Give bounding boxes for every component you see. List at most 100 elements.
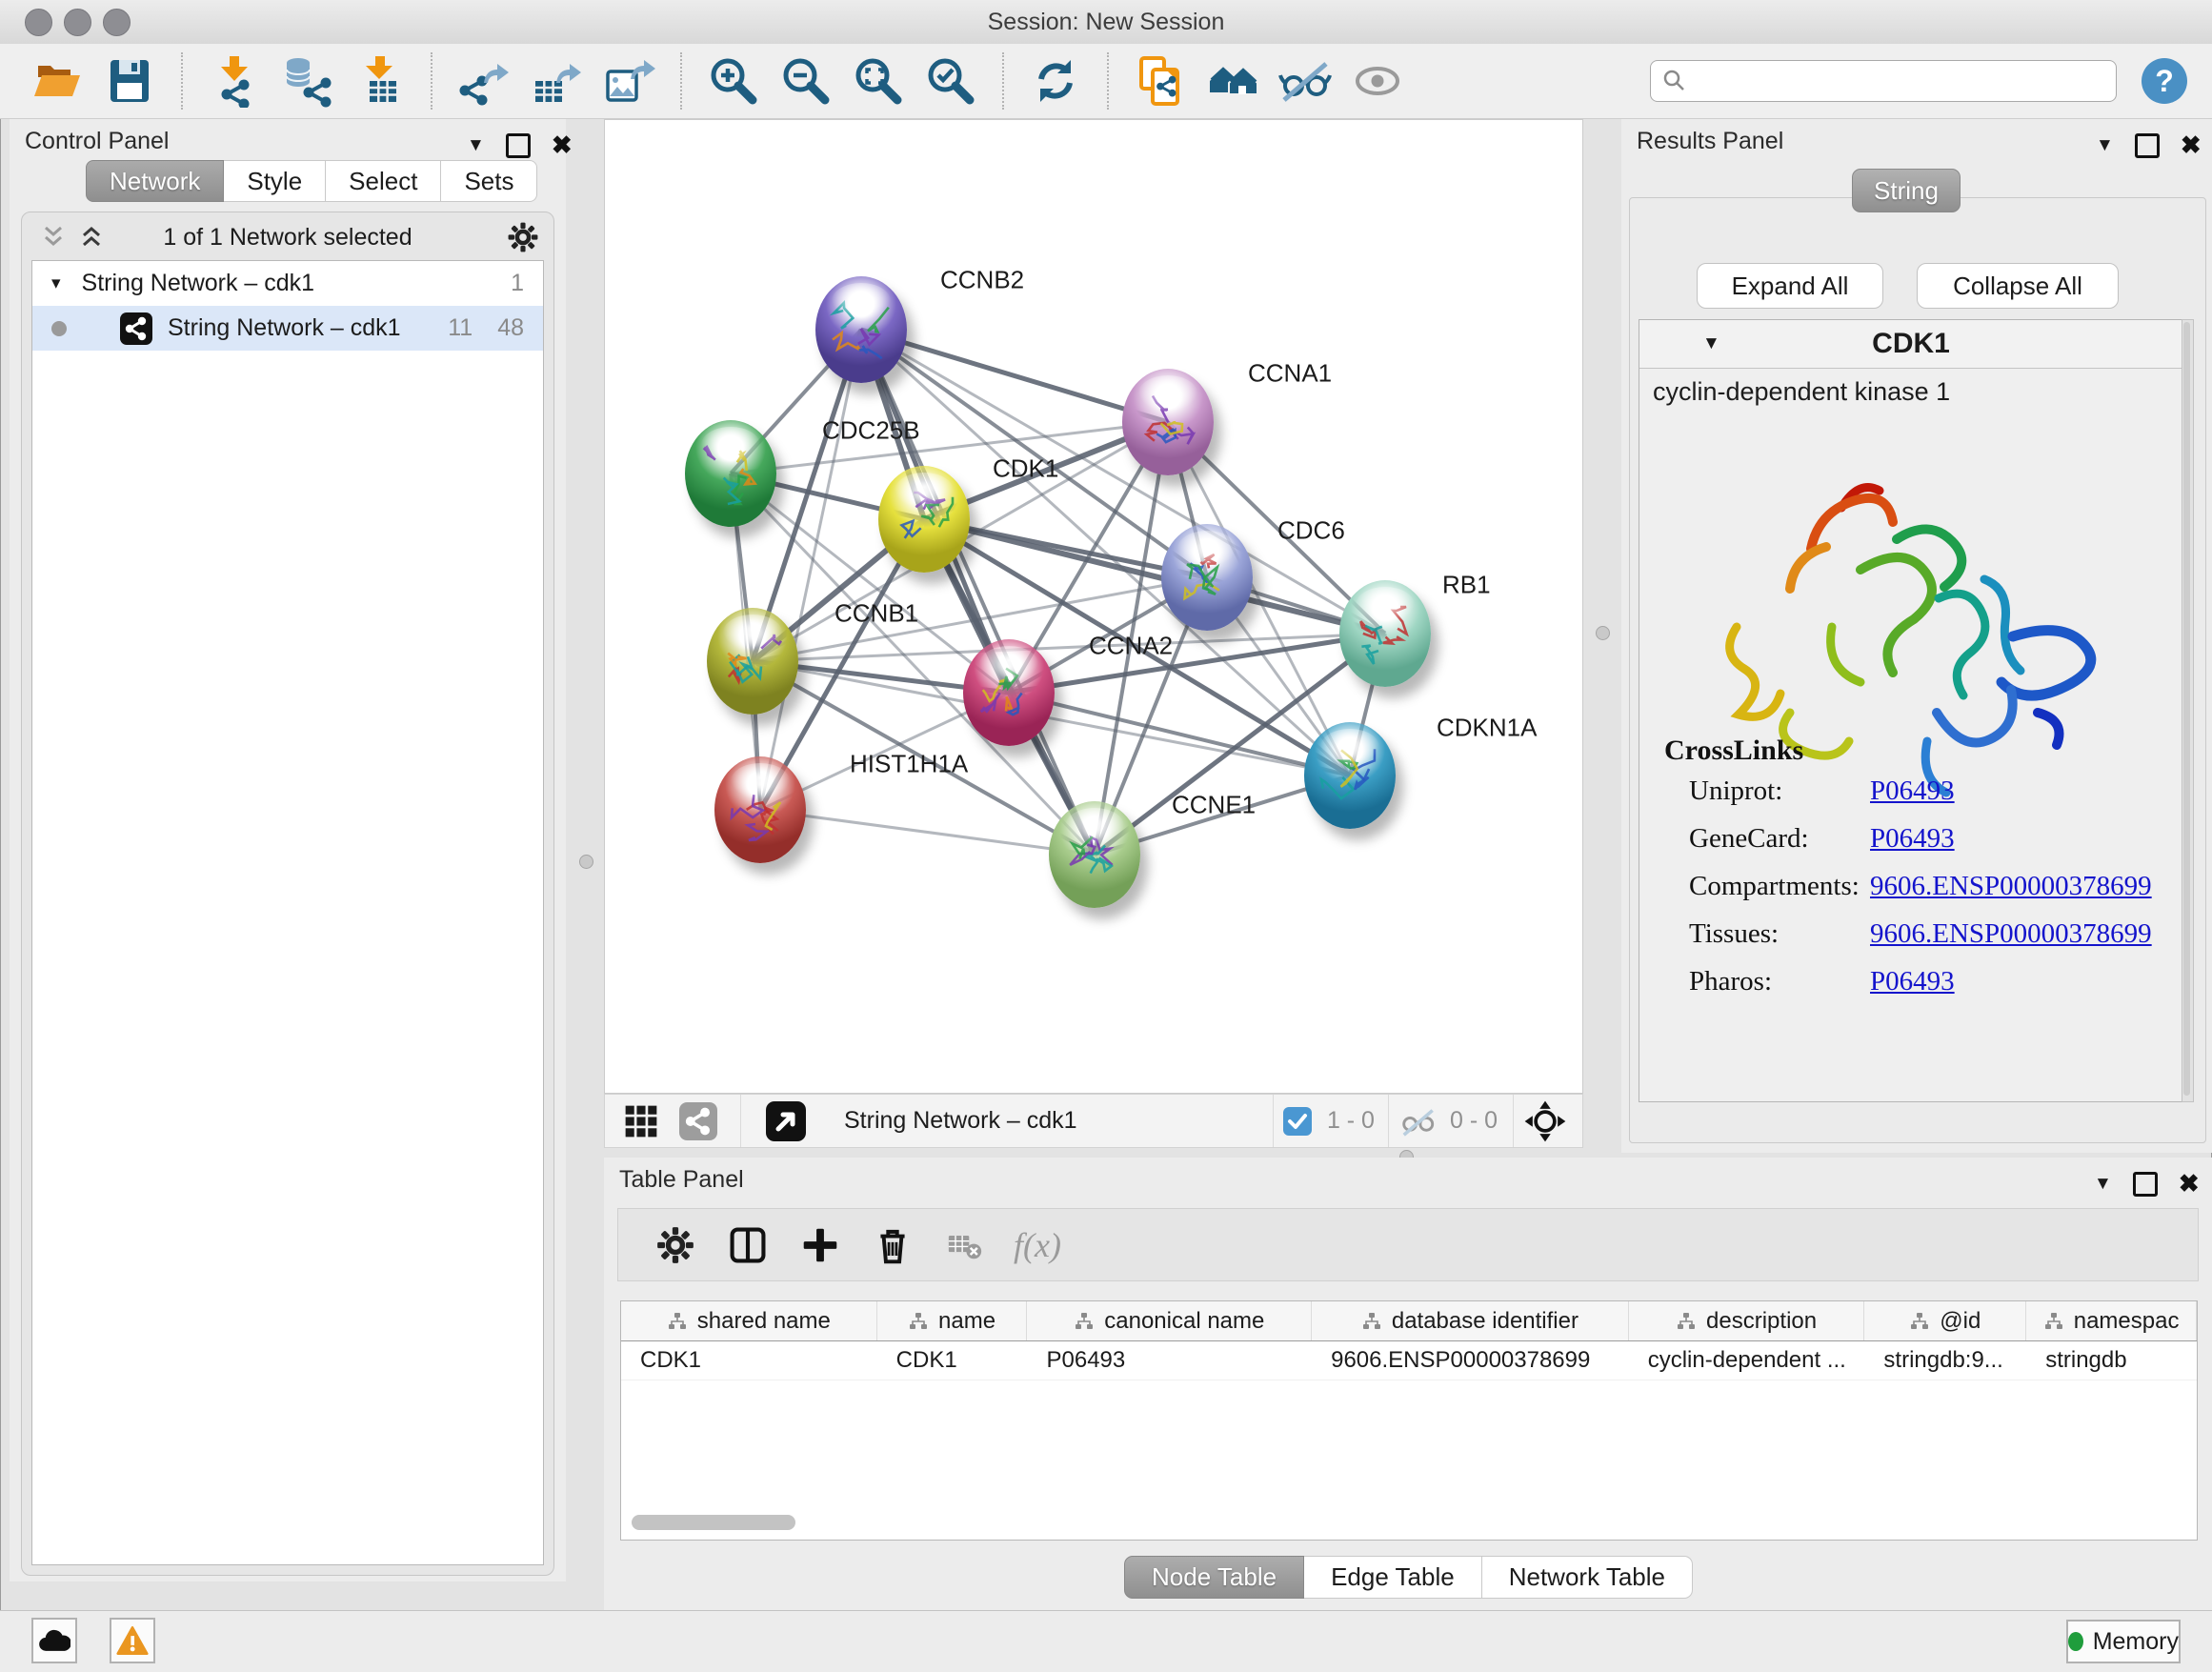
zoom-out-button[interactable]	[776, 51, 835, 111]
selected-checkbox-icon[interactable]	[1283, 1107, 1312, 1136]
results-scrollbar[interactable]	[2182, 319, 2194, 1102]
node-cdc25b[interactable]	[685, 420, 776, 527]
import-database-button[interactable]	[277, 51, 336, 111]
node-ccna2[interactable]	[963, 639, 1055, 746]
control-panel-menu-icon[interactable]: ▼	[467, 135, 485, 156]
export-image-icon	[602, 54, 655, 108]
node-ccnb2[interactable]	[815, 276, 907, 383]
crosslink-value[interactable]: P06493	[1870, 966, 1955, 997]
gene-section-header[interactable]: ▼ CDK1	[1639, 320, 2182, 369]
share-network-icon[interactable]	[679, 1102, 717, 1140]
table-row[interactable]: CDK1CDK1P064939606.ENSP00000378699cyclin…	[621, 1341, 2197, 1380]
expand-all-button[interactable]: Expand All	[1697, 263, 1883, 309]
node-rb1[interactable]	[1339, 580, 1431, 687]
crosslink-value[interactable]: P06493	[1870, 776, 1955, 807]
warning-button[interactable]	[110, 1618, 155, 1663]
show-columns-icon[interactable]	[717, 1215, 778, 1276]
window-zoom-button[interactable]	[103, 9, 131, 36]
hidden-glasses-icon[interactable]	[1398, 1102, 1437, 1140]
hide-glasses-button[interactable]	[1276, 51, 1335, 111]
tab-style[interactable]: Style	[224, 160, 326, 202]
results-panel-close-icon[interactable]: ✖	[2181, 131, 2202, 160]
node-cdc6[interactable]	[1161, 524, 1253, 631]
table-panel-float-icon[interactable]	[2133, 1172, 2158, 1197]
collection-expander-icon[interactable]: ▾	[51, 272, 61, 294]
delete-column-trash-icon[interactable]	[862, 1215, 923, 1276]
node-ccne1[interactable]	[1049, 801, 1140, 908]
column-header--id[interactable]: @id	[1864, 1301, 2026, 1340]
table-cell[interactable]: CDK1	[877, 1341, 1028, 1380]
string-home-button[interactable]	[1203, 51, 1262, 111]
window-close-button[interactable]	[25, 9, 52, 36]
table-cell[interactable]: 9606.ENSP00000378699	[1312, 1341, 1629, 1380]
zoom-in-button[interactable]	[704, 51, 763, 111]
tab-select[interactable]: Select	[326, 160, 441, 202]
function-builder-icon[interactable]: f(x)	[1007, 1215, 1068, 1276]
open-folder-button[interactable]	[28, 51, 87, 111]
node-ccna1[interactable]	[1122, 369, 1214, 475]
import-network-button[interactable]	[205, 51, 264, 111]
save-button[interactable]	[100, 51, 159, 111]
left-splitter-handle[interactable]	[579, 855, 593, 869]
right-splitter-handle[interactable]	[1596, 626, 1610, 640]
network-canvas[interactable]: CCNB2CCNA1CDC25BCDK1CDC6RB1CCNB1CCNA2CDK…	[604, 119, 1583, 1094]
memory-button[interactable]: Memory	[2066, 1620, 2181, 1663]
node-cdk1[interactable]	[878, 466, 970, 573]
results-panel-menu-icon[interactable]: ▼	[2096, 135, 2114, 156]
export-image-button[interactable]	[599, 51, 658, 111]
table-cell[interactable]: CDK1	[621, 1341, 877, 1380]
tab-network-table[interactable]: Network Table	[1482, 1556, 1693, 1599]
column-header-description[interactable]: description	[1629, 1301, 1865, 1340]
control-panel-float-icon[interactable]	[506, 133, 531, 158]
crosslink-value[interactable]: 9606.ENSP00000378699	[1870, 871, 2152, 902]
node-cdkn1a[interactable]	[1304, 722, 1396, 829]
table-hscrollbar[interactable]	[632, 1515, 795, 1530]
window-minimize-button[interactable]	[64, 9, 91, 36]
tab-edge-table[interactable]: Edge Table	[1304, 1556, 1482, 1599]
node-ccnb1[interactable]	[707, 608, 798, 715]
zoom-selected-button[interactable]	[921, 51, 980, 111]
table-panel-menu-icon[interactable]: ▼	[2094, 1174, 2112, 1195]
delete-table-icon[interactable]	[935, 1215, 995, 1276]
crosslink-value[interactable]: 9606.ENSP00000378699	[1870, 918, 2152, 950]
gene-collapse-icon[interactable]: ▼	[1702, 333, 1720, 354]
column-header-name[interactable]: name	[877, 1301, 1028, 1340]
control-panel-close-icon[interactable]: ✖	[552, 131, 573, 160]
column-header-database-identifier[interactable]: database identifier	[1312, 1301, 1629, 1340]
node-label-cdc25b: CDC25B	[822, 416, 920, 446]
table-cell[interactable]: cyclin-dependent ...	[1629, 1341, 1865, 1380]
cloud-button[interactable]	[31, 1618, 77, 1663]
table-cell[interactable]: P06493	[1027, 1341, 1312, 1380]
refresh-button[interactable]	[1026, 51, 1085, 111]
results-panel-float-icon[interactable]	[2135, 133, 2160, 158]
open-in-window-icon[interactable]	[766, 1101, 806, 1141]
table-cell[interactable]: stringdb:9...	[1864, 1341, 2026, 1380]
table-cell[interactable]: stringdb	[2026, 1341, 2197, 1380]
duplicate-network-button[interactable]	[1131, 51, 1190, 111]
network-row[interactable]: String Network – cdk1 11 48	[32, 306, 543, 351]
network-options-gear-icon[interactable]	[506, 220, 540, 259]
show-eye-button[interactable]	[1348, 51, 1407, 111]
collapse-all-button[interactable]: Collapse All	[1917, 263, 2119, 309]
zoom-fit-button[interactable]	[849, 51, 908, 111]
network-collection-row[interactable]: ▾ String Network – cdk1 1	[32, 261, 543, 306]
node-hist1h1a[interactable]	[714, 756, 806, 863]
column-header-canonical-name[interactable]: canonical name	[1027, 1301, 1312, 1340]
tab-network[interactable]: Network	[86, 160, 224, 202]
export-table-button[interactable]	[527, 51, 586, 111]
table-panel-close-icon[interactable]: ✖	[2179, 1169, 2200, 1199]
crosshair-icon[interactable]	[1523, 1099, 1567, 1143]
tab-string[interactable]: String	[1852, 169, 1961, 212]
import-table-button[interactable]	[350, 51, 409, 111]
search-input[interactable]	[1650, 60, 2117, 102]
column-header-shared-name[interactable]: shared name	[621, 1301, 877, 1340]
table-gear-icon[interactable]	[645, 1215, 706, 1276]
tab-node-table[interactable]: Node Table	[1124, 1556, 1304, 1599]
tab-sets[interactable]: Sets	[441, 160, 537, 202]
crosslink-value[interactable]: P06493	[1870, 823, 1955, 855]
export-network-button[interactable]	[454, 51, 513, 111]
column-header-namespac[interactable]: namespac	[2026, 1301, 2197, 1340]
help-button[interactable]: ?	[2142, 58, 2187, 104]
birdseye-grid-icon[interactable]	[622, 1102, 660, 1140]
add-column-icon[interactable]	[790, 1215, 851, 1276]
